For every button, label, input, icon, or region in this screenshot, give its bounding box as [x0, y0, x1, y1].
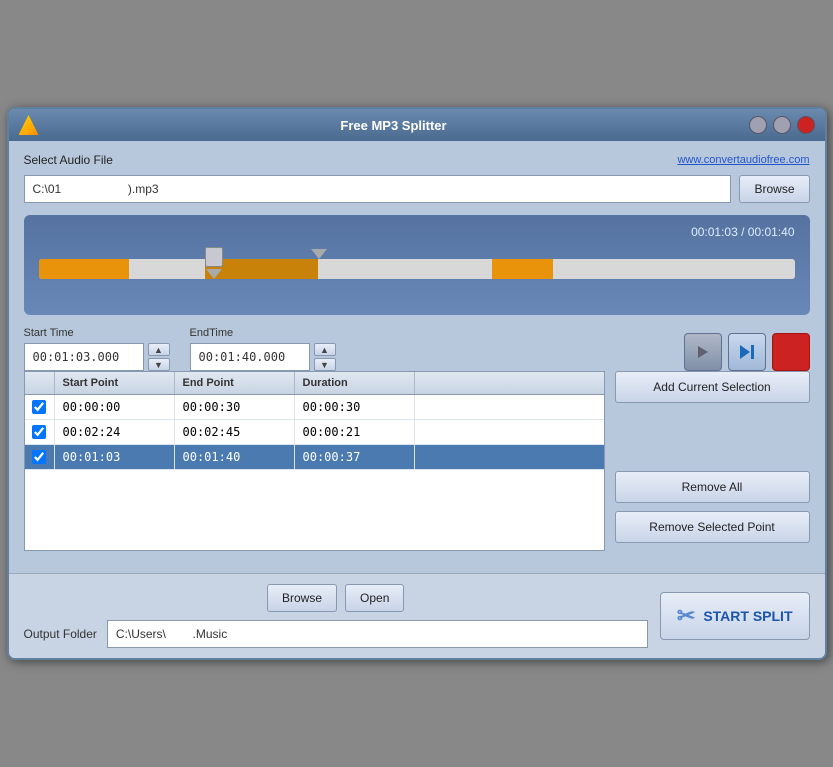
bottom-bar: Browse Open Output Folder ✂ START SPLIT: [9, 573, 825, 658]
row-1-checkbox[interactable]: [32, 400, 46, 414]
col-header-start: Start Point: [55, 372, 175, 394]
browse-audio-button[interactable]: Browse: [739, 175, 809, 203]
start-split-label: START SPLIT: [703, 608, 792, 624]
row-1-duration: 00:00:30: [295, 395, 415, 419]
browse-open-row: Browse Open: [24, 584, 648, 612]
playhead-marker-1[interactable]: [205, 247, 223, 279]
row-2-start: 00:02:24: [55, 420, 175, 444]
right-buttons: Add Current Selection Remove All Remove …: [615, 371, 810, 551]
scissors-icon: ✂: [677, 603, 695, 629]
start-time-input-row: ▲ ▼: [24, 343, 170, 371]
header-row: Select Audio File www.convertaudiofree.c…: [24, 153, 810, 167]
table-row[interactable]: 00:01:03 00:01:40 00:00:37: [25, 445, 604, 470]
start-time-label: Start Time: [24, 327, 170, 339]
row-2-duration: 00:00:21: [295, 420, 415, 444]
output-folder-label: Output Folder: [24, 627, 97, 641]
playhead-icon-1: [205, 247, 223, 267]
window-controls: [749, 116, 815, 134]
start-time-spinners: ▲ ▼: [148, 343, 170, 371]
play-icon: [695, 344, 711, 360]
window-title: Free MP3 Splitter: [39, 118, 749, 133]
audio-file-input[interactable]: [24, 175, 732, 203]
output-browse-button[interactable]: Browse: [267, 584, 337, 612]
row-3-duration: 00:00:37: [295, 445, 415, 469]
track-fill-1: [39, 259, 130, 279]
end-time-down-button[interactable]: ▼: [314, 358, 336, 371]
playback-controls: [684, 333, 810, 371]
slider-container[interactable]: [39, 247, 795, 297]
end-time-group: EndTime ▲ ▼: [190, 327, 336, 371]
table-section: Start Point End Point Duration 00:00:00 …: [24, 371, 810, 551]
row-2-checkbox[interactable]: [32, 425, 46, 439]
app-logo-icon: [19, 115, 39, 135]
table-row[interactable]: 00:02:24 00:02:45 00:00:21: [25, 420, 604, 445]
row-2-end: 00:02:45: [175, 420, 295, 444]
row-3-checkbox[interactable]: [32, 450, 46, 464]
remove-selected-button[interactable]: Remove Selected Point: [615, 511, 810, 543]
output-open-button[interactable]: Open: [345, 584, 404, 612]
title-bar-left: [19, 115, 39, 135]
table-header: Start Point End Point Duration: [25, 372, 604, 395]
stop-button[interactable]: [772, 333, 810, 371]
main-content: Select Audio File www.convertaudiofree.c…: [9, 141, 825, 573]
track-background: [39, 259, 795, 279]
end-time-input[interactable]: [190, 343, 310, 371]
start-time-down-button[interactable]: ▼: [148, 358, 170, 371]
time-display: 00:01:03 / 00:01:40: [39, 225, 795, 239]
start-split-button[interactable]: ✂ START SPLIT: [660, 592, 810, 640]
end-time-input-row: ▲ ▼: [190, 343, 336, 371]
title-bar: Free MP3 Splitter: [9, 109, 825, 141]
website-link[interactable]: www.convertaudiofree.com: [677, 154, 809, 166]
track-fill-3: [492, 259, 552, 279]
skip-play-button[interactable]: [728, 333, 766, 371]
playhead-arrow-1: [206, 269, 222, 279]
playhead-arrow-2: [311, 249, 327, 259]
end-time-up-button[interactable]: ▲: [314, 343, 336, 356]
file-row: Browse: [24, 175, 810, 203]
close-button[interactable]: [797, 116, 815, 134]
end-time-spinners: ▲ ▼: [314, 343, 336, 371]
row-2-checkbox-cell[interactable]: [25, 420, 55, 444]
remove-all-button[interactable]: Remove All: [615, 471, 810, 503]
maximize-button[interactable]: [773, 116, 791, 134]
minimize-button[interactable]: [749, 116, 767, 134]
end-time-label: EndTime: [190, 327, 336, 339]
col-header-check: [25, 372, 55, 394]
skip-forward-icon: [738, 343, 756, 361]
col-header-end: End Point: [175, 372, 295, 394]
play-button[interactable]: [684, 333, 722, 371]
add-selection-button[interactable]: Add Current Selection: [615, 371, 810, 403]
start-time-input[interactable]: [24, 343, 144, 371]
table-row[interactable]: 00:00:00 00:00:30 00:00:30: [25, 395, 604, 420]
playhead-marker-2[interactable]: [311, 247, 327, 259]
splits-table: Start Point End Point Duration 00:00:00 …: [24, 371, 605, 551]
waveform-section: 00:01:03 / 00:01:40: [24, 215, 810, 315]
row-1-start: 00:00:00: [55, 395, 175, 419]
row-1-end: 00:00:30: [175, 395, 295, 419]
start-time-up-button[interactable]: ▲: [148, 343, 170, 356]
row-1-checkbox-cell[interactable]: [25, 395, 55, 419]
row-3-start: 00:01:03: [55, 445, 175, 469]
start-time-group: Start Time ▲ ▼: [24, 327, 170, 371]
bottom-controls-row: Output Folder: [24, 620, 648, 648]
col-header-duration: Duration: [295, 372, 415, 394]
table-body: 00:00:00 00:00:30 00:00:30 00:02:24 00:0…: [25, 395, 604, 535]
app-window: Free MP3 Splitter Select Audio File www.…: [7, 107, 827, 660]
row-3-end: 00:01:40: [175, 445, 295, 469]
output-folder-input[interactable]: [107, 620, 648, 648]
select-audio-label: Select Audio File: [24, 153, 113, 167]
controls-row: Start Time ▲ ▼ EndTime ▲ ▼: [24, 327, 810, 371]
row-3-checkbox-cell[interactable]: [25, 445, 55, 469]
bottom-section: Browse Open Output Folder: [24, 584, 648, 648]
